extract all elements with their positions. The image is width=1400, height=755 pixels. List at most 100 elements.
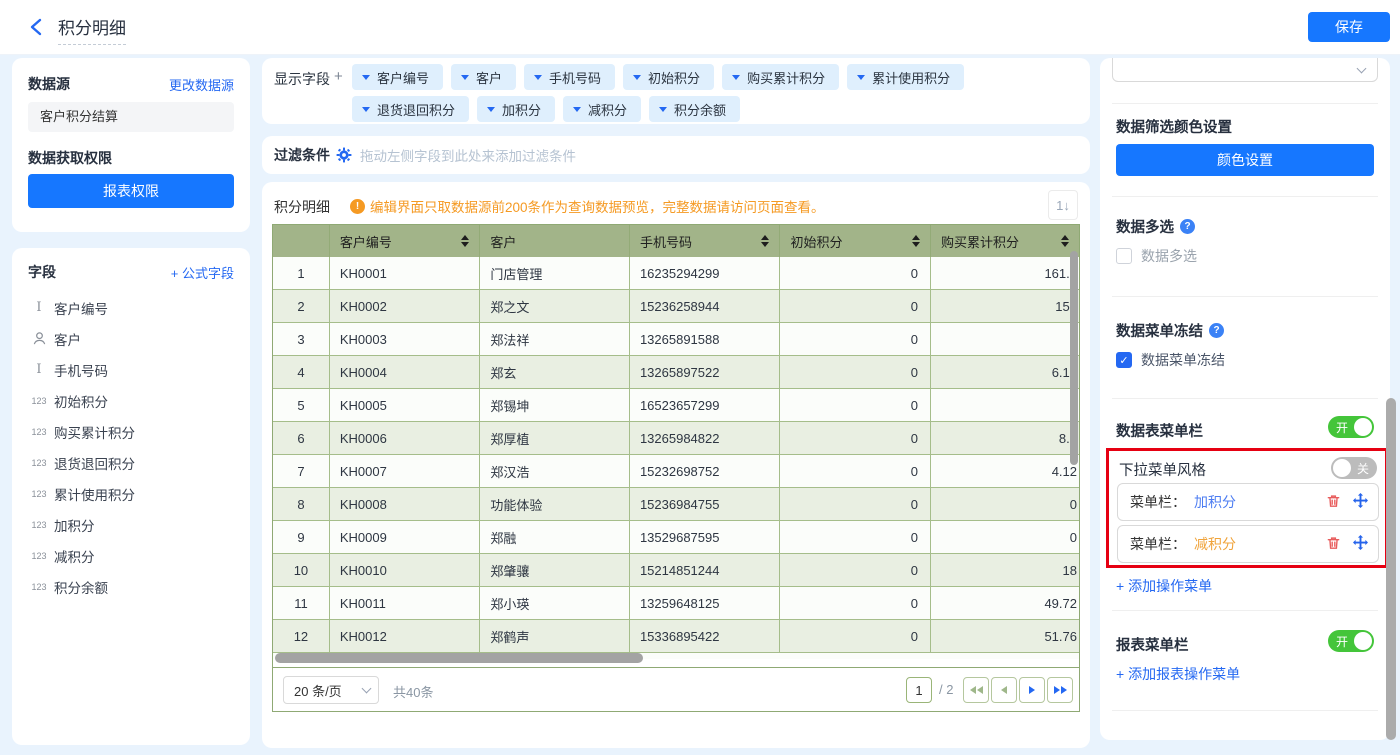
permission-title: 数据获取权限 — [28, 148, 112, 168]
back-icon[interactable] — [26, 16, 48, 38]
menubar-item[interactable]: 菜单栏： 加积分 — [1117, 483, 1379, 521]
display-field-chip[interactable]: 初始积分 — [623, 64, 714, 90]
display-field-chip[interactable]: 客户编号 — [352, 64, 443, 90]
filter-label: 过滤条件 — [274, 145, 330, 165]
text-field-icon — [28, 362, 50, 377]
header-cell[interactable]: 手机号码 — [630, 225, 781, 257]
gear-icon[interactable] — [336, 147, 352, 163]
table-row[interactable]: 1KH0001门店管理162352942990161.2 — [273, 257, 1079, 290]
divider — [1112, 398, 1378, 399]
prev-page-button[interactable] — [991, 677, 1017, 703]
display-field-chip[interactable]: 加积分 — [477, 96, 555, 122]
sort-icon[interactable] — [912, 231, 920, 251]
color-settings-button[interactable]: 颜色设置 — [1116, 144, 1374, 176]
field-item[interactable]: 手机号码 — [28, 354, 240, 385]
help-icon[interactable] — [1209, 323, 1224, 338]
cell-customer: 郑汉浩 — [480, 455, 630, 488]
header-cell[interactable]: 客户编号 — [330, 225, 481, 257]
chevron-down-icon — [362, 107, 370, 116]
table-row[interactable]: 7KH0007郑汉浩1523269875204.12 — [273, 455, 1079, 488]
add-action-menu-link[interactable]: + 添加操作菜单 — [1116, 576, 1212, 596]
move-icon[interactable] — [1353, 493, 1368, 511]
field-item[interactable]: 初始积分 — [28, 385, 240, 416]
current-page-input[interactable]: 1 — [906, 677, 932, 703]
change-datasource-link[interactable]: 更改数据源 — [169, 75, 234, 94]
table-vertical-scrollbar[interactable] — [1070, 251, 1078, 465]
sort-order-icon[interactable]: 1↓ — [1048, 190, 1078, 220]
sort-icon[interactable] — [761, 231, 769, 251]
table-row[interactable]: 6KH0006郑厚植1326598482208.3 — [273, 422, 1079, 455]
menubar-item[interactable]: 菜单栏： 减积分 — [1117, 525, 1379, 563]
table-title: 积分明细 — [274, 197, 330, 217]
field-item[interactable]: 减积分 — [28, 540, 240, 571]
settings-select[interactable] — [1112, 58, 1378, 82]
cell-customer-code: KH0003 — [330, 323, 481, 356]
divider — [1112, 610, 1378, 611]
field-item[interactable]: 加积分 — [28, 509, 240, 540]
field-item[interactable]: 客户编号 — [28, 292, 240, 323]
table-row[interactable]: 4KH0004郑玄1326589752206.14 — [273, 356, 1079, 389]
help-icon[interactable] — [1180, 219, 1195, 234]
last-page-button[interactable] — [1047, 677, 1073, 703]
cell-initial-points: 0 — [780, 356, 931, 389]
report-menubar-toggle[interactable]: 开 — [1328, 630, 1374, 652]
display-fields-panel: 显示字段 + 客户编号 客户 手机号码 初始积分 购买累计积分 累计使用积分 退… — [262, 58, 1090, 124]
display-field-chip[interactable]: 购买累计积分 — [722, 64, 839, 90]
table-row[interactable]: 10KH0010郑肇骧15214851244018 — [273, 554, 1079, 587]
cell-phone: 13265891588 — [630, 323, 781, 356]
table-row[interactable]: 2KH0002郑之文152362589440150 — [273, 290, 1079, 323]
add-display-field-icon[interactable]: + — [334, 68, 343, 85]
table-row[interactable]: 12KH0012郑鹤声15336895422051.76 — [273, 620, 1079, 653]
display-field-chip[interactable]: 手机号码 — [524, 64, 615, 90]
table-row[interactable]: 8KH0008功能体验1523698475500 — [273, 488, 1079, 521]
report-permission-button[interactable]: 报表权限 — [28, 174, 234, 208]
panel-vertical-scrollbar[interactable] — [1386, 398, 1396, 740]
field-item[interactable]: 退货退回积分 — [28, 447, 240, 478]
cell-purchase-points: 150 — [931, 290, 1079, 323]
filter-panel[interactable]: 过滤条件 拖动左侧字段到此处来添加过滤条件 — [262, 136, 1090, 174]
table-row[interactable]: 11KH0011郑小瑛13259648125049.72 — [273, 587, 1079, 620]
warning-icon — [350, 199, 365, 214]
multiselect-title: 数据多选 — [1116, 216, 1195, 237]
header-cell[interactable]: 购买累计积分 — [931, 225, 1079, 257]
number-field-icon — [28, 582, 50, 592]
table-row[interactable]: 5KH0005郑锡坤1652365729900 — [273, 389, 1079, 422]
field-item[interactable]: 累计使用积分 — [28, 478, 240, 509]
header-cell[interactable]: 初始积分 — [780, 225, 931, 257]
page-size-select[interactable]: 20 条/页 — [283, 676, 379, 704]
checkbox-unchecked[interactable] — [1116, 248, 1132, 264]
field-item[interactable]: 购买累计积分 — [28, 416, 240, 447]
dropdown-style-toggle[interactable]: 关 — [1331, 457, 1377, 479]
header-cell[interactable]: 客户 — [480, 225, 630, 257]
display-field-chip[interactable]: 减积分 — [563, 96, 641, 122]
delete-icon[interactable] — [1326, 535, 1341, 554]
field-item[interactable]: 客户 — [28, 323, 240, 354]
sort-icon[interactable] — [461, 231, 469, 251]
cell-initial-points: 0 — [780, 455, 931, 488]
save-button[interactable]: 保存 — [1308, 12, 1390, 42]
table-horizontal-scrollbar[interactable] — [275, 653, 643, 663]
checkbox-checked[interactable] — [1116, 352, 1132, 368]
add-report-menu-link[interactable]: + 添加报表操作菜单 — [1116, 664, 1240, 684]
display-field-chip[interactable]: 累计使用积分 — [847, 64, 964, 90]
table-menubar-toggle[interactable]: 开 — [1328, 416, 1374, 438]
display-field-chip[interactable]: 积分余额 — [649, 96, 740, 122]
display-field-chip[interactable]: 客户 — [451, 64, 516, 90]
display-field-chip[interactable]: 退货退回积分 — [352, 96, 469, 122]
chevron-down-icon — [461, 75, 469, 84]
table-row[interactable]: 3KH0003郑法祥1326589158800 — [273, 323, 1079, 356]
cell-initial-points: 0 — [780, 488, 931, 521]
table-row[interactable]: 9KH0009郑融1352968759500 — [273, 521, 1079, 554]
formula-field-link[interactable]: + 公式字段 — [171, 263, 234, 282]
datasource-value[interactable]: 客户积分结算 — [28, 102, 234, 132]
move-icon[interactable] — [1353, 535, 1368, 553]
row-number: 4 — [273, 356, 330, 389]
first-page-button[interactable] — [963, 677, 989, 703]
delete-icon[interactable] — [1326, 493, 1341, 512]
multiselect-checkbox-row[interactable]: 数据多选 — [1116, 246, 1197, 266]
chevron-down-icon — [857, 75, 865, 84]
freeze-checkbox-row[interactable]: 数据菜单冻结 — [1116, 350, 1225, 370]
next-page-button[interactable] — [1019, 677, 1045, 703]
sort-icon[interactable] — [1061, 231, 1069, 251]
field-item[interactable]: 积分余额 — [28, 571, 240, 602]
